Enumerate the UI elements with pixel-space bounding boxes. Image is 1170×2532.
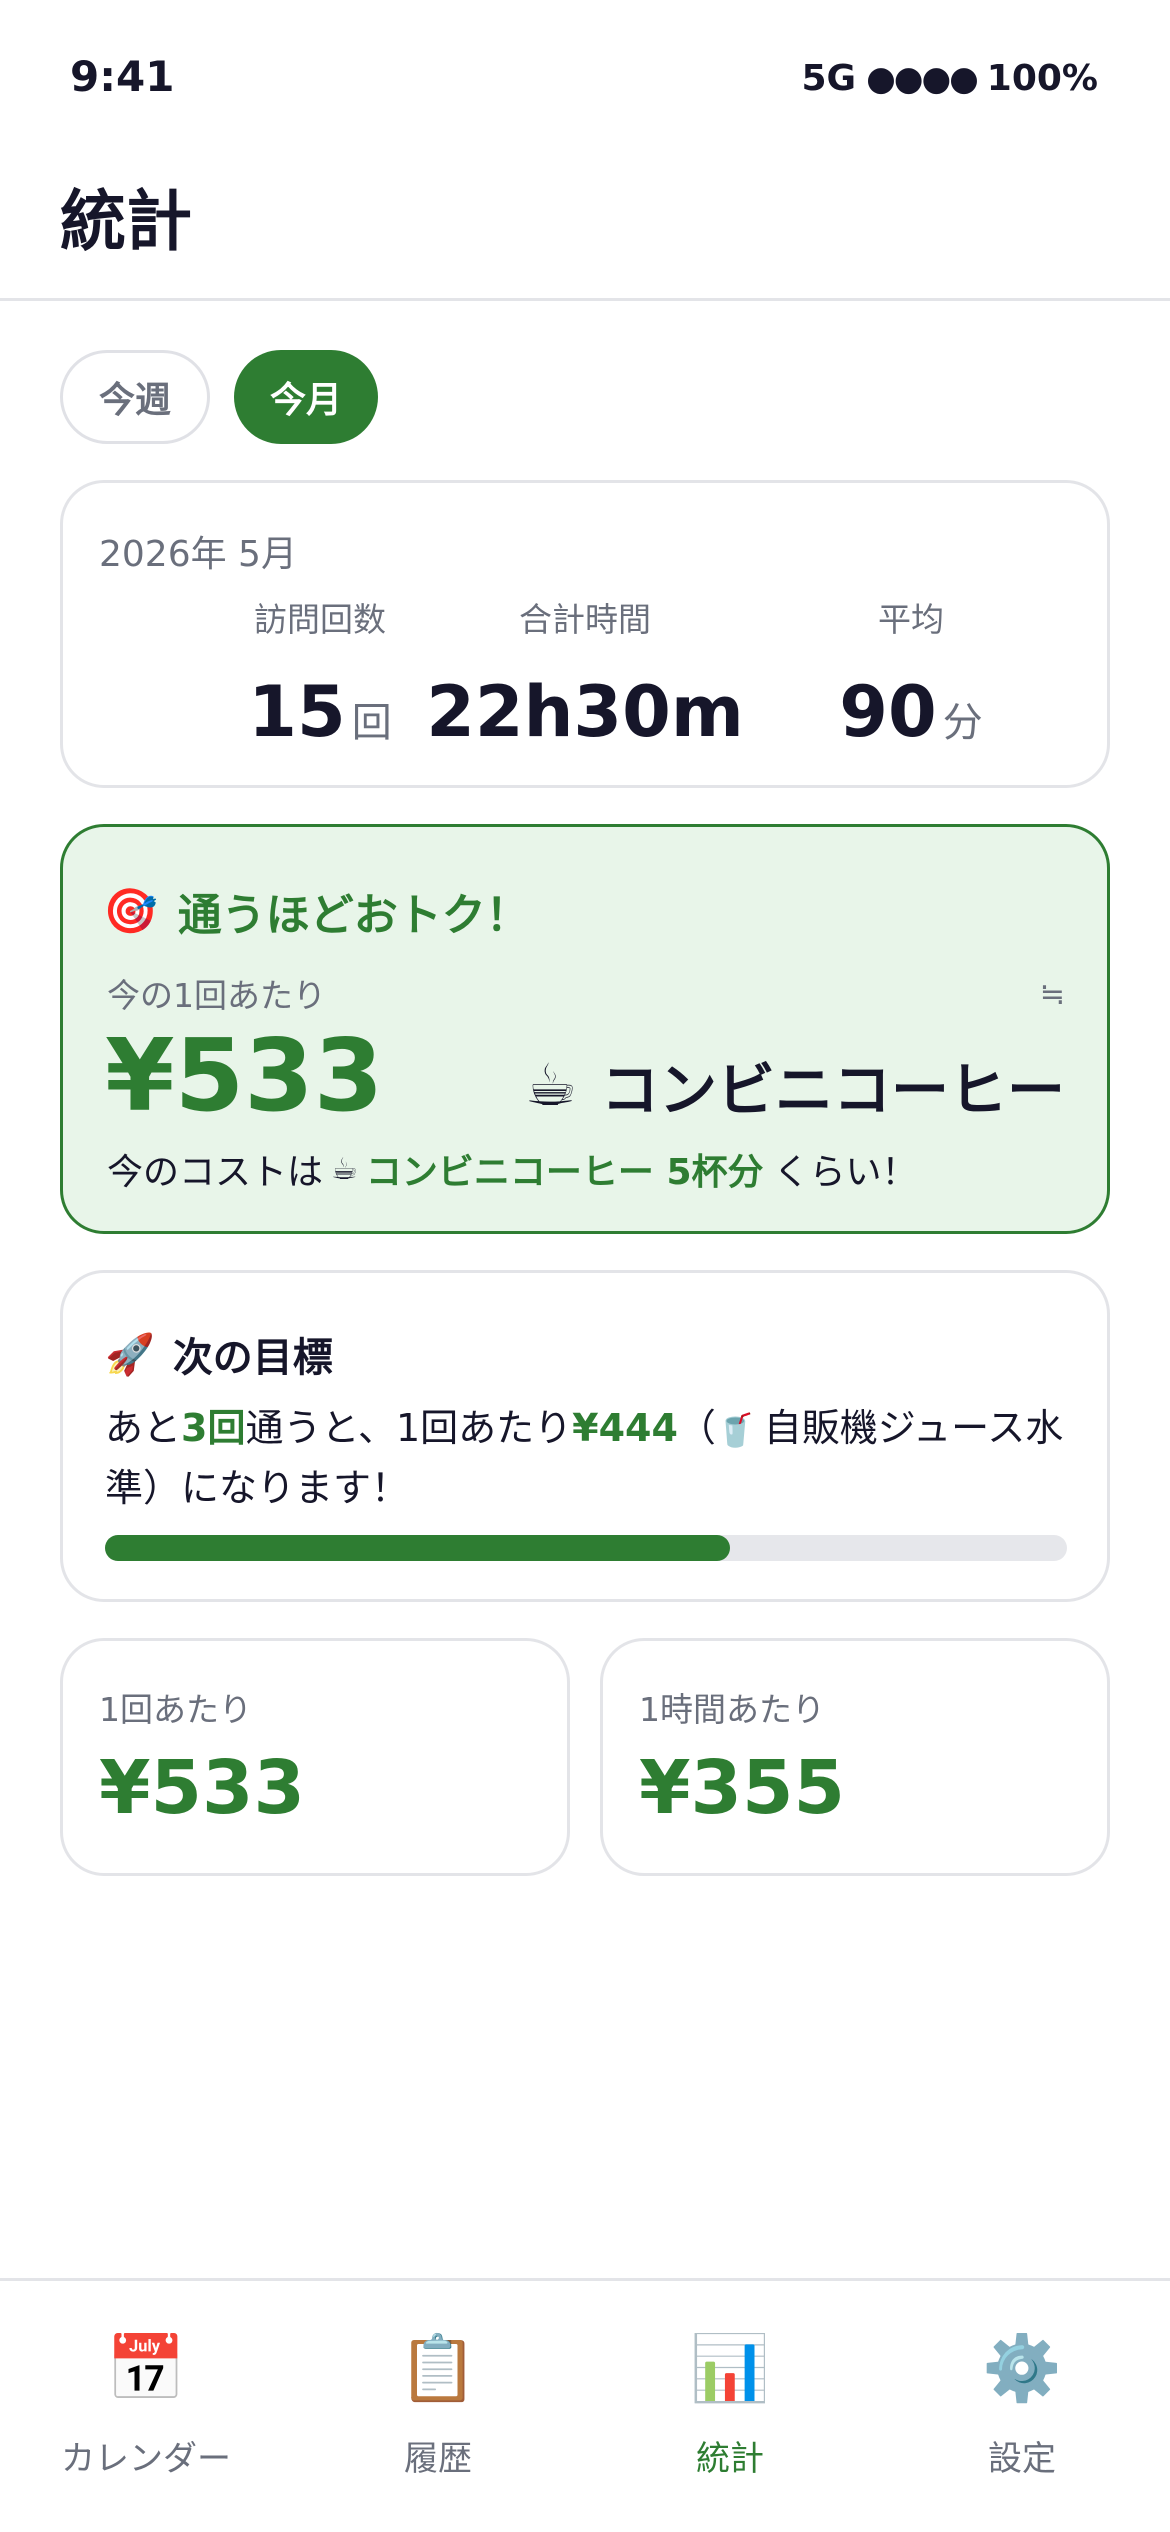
bar-chart-icon: 📊 <box>690 2332 770 2406</box>
tab-label: カレンダー <box>61 2439 231 2479</box>
cost-per-visit: ¥533 <box>105 1017 384 1134</box>
target-icon: 🎯 <box>103 886 158 937</box>
equivalent-label: コンビニコーヒー <box>600 1056 1065 1124</box>
value-card-footnote: 今のコストは ☕ コンビニコーヒー 5杯分 くらい！ <box>107 1143 918 1195</box>
per-visit-value: ¥533 <box>99 1745 305 1831</box>
battery-indicator: 100% <box>986 58 1098 99</box>
approx-symbol: ≒ <box>1039 977 1065 1012</box>
metric-average: 平均 90 分 <box>741 593 1081 753</box>
status-indicators: 5G ●●●● 100% <box>802 58 1099 99</box>
header-divider <box>0 298 1170 301</box>
goal-progress-bar <box>105 1535 1067 1561</box>
metric-value: 90 分 <box>839 671 983 753</box>
tab-this-week[interactable]: 今週 <box>60 350 210 444</box>
signal-icon: ●●●● <box>866 58 979 99</box>
page-title: 統計 <box>60 183 192 260</box>
per-visit-card: 1回あたり ¥533 <box>60 1638 570 1876</box>
tab-label: 履歴 <box>404 2439 472 2479</box>
tab-history[interactable]: 📋 履歴 <box>292 2329 584 2480</box>
goal-description: あと3回通うと、1回あたり¥444（🥤 自販機ジュース水準）になります！ <box>105 1406 1064 1510</box>
per-hour-value: ¥355 <box>639 1745 845 1831</box>
coffee-icon: ☕ <box>331 1151 358 1187</box>
value-card-subtitle: 今の1回あたり <box>107 976 326 1015</box>
footnote-highlight: コンビニコーヒー 5杯分 <box>365 1152 764 1193</box>
tab-bar: 📅 カレンダー 📋 履歴 📊 統計 ⚙️ 設定 <box>0 2278 1170 2532</box>
per-hour-label: 1時間あたり <box>639 1690 825 1729</box>
metric-label: 平均 <box>878 600 944 639</box>
value-card: 🎯 通うほどおトク！ 今の1回あたり ≒ ¥533 ☕ コンビニコーヒー 今のコ… <box>60 824 1110 1234</box>
calendar-icon: 📅 <box>106 2332 186 2406</box>
remaining-visits: 3回 <box>181 1406 246 1450</box>
goal-card: 🚀 次の目標 あと3回通うと、1回あたり¥444（🥤 自販機ジュース水準）になりま… <box>60 1270 1110 1602</box>
metric-label: 合計時間 <box>519 600 651 639</box>
target-price: ¥444 <box>572 1406 678 1450</box>
tab-stats[interactable]: 📊 統計 <box>584 2329 876 2480</box>
status-bar: 9:41 5G ●●●● 100% <box>0 0 1170 150</box>
rocket-icon: 🚀 <box>105 1331 155 1378</box>
goal-header: 🚀 次の目標 <box>105 1325 333 1383</box>
network-indicator: 5G <box>801 58 857 99</box>
summary-card: 2026年 5月 訪問回数 15 回 合計時間 22h30m 平均 90 分 <box>60 480 1110 788</box>
value-card-title: 通うほどおトク！ <box>177 890 530 941</box>
goal-title: 次の目標 <box>172 1335 333 1381</box>
equivalent-item: ☕ コンビニコーヒー <box>525 1043 1065 1127</box>
tab-this-month[interactable]: 今月 <box>234 350 378 444</box>
per-visit-label: 1回あたり <box>99 1690 252 1729</box>
metric-total-time: 合計時間 22h30m <box>415 593 755 753</box>
drink-icon: 🥤 <box>715 1411 756 1449</box>
goal-progress-fill <box>105 1535 731 1561</box>
per-hour-card: 1時間あたり ¥355 <box>600 1638 1110 1876</box>
clipboard-icon: 📋 <box>398 2332 478 2406</box>
status-time: 9:41 <box>70 52 175 101</box>
tab-label: 設定 <box>988 2439 1056 2479</box>
metric-value: 22h30m <box>426 671 744 753</box>
gear-icon: ⚙️ <box>982 2332 1062 2406</box>
metric-unit: 分 <box>942 700 983 746</box>
summary-date: 2026年 5月 <box>99 534 297 575</box>
metric-unit: 回 <box>351 700 392 746</box>
value-card-header: 🎯 通うほどおトク！ <box>103 879 530 943</box>
coffee-icon: ☕ <box>524 1051 577 1119</box>
tab-settings[interactable]: ⚙️ 設定 <box>876 2329 1168 2480</box>
tab-label: 統計 <box>696 2439 764 2479</box>
tab-calendar[interactable]: 📅 カレンダー <box>0 2329 292 2480</box>
